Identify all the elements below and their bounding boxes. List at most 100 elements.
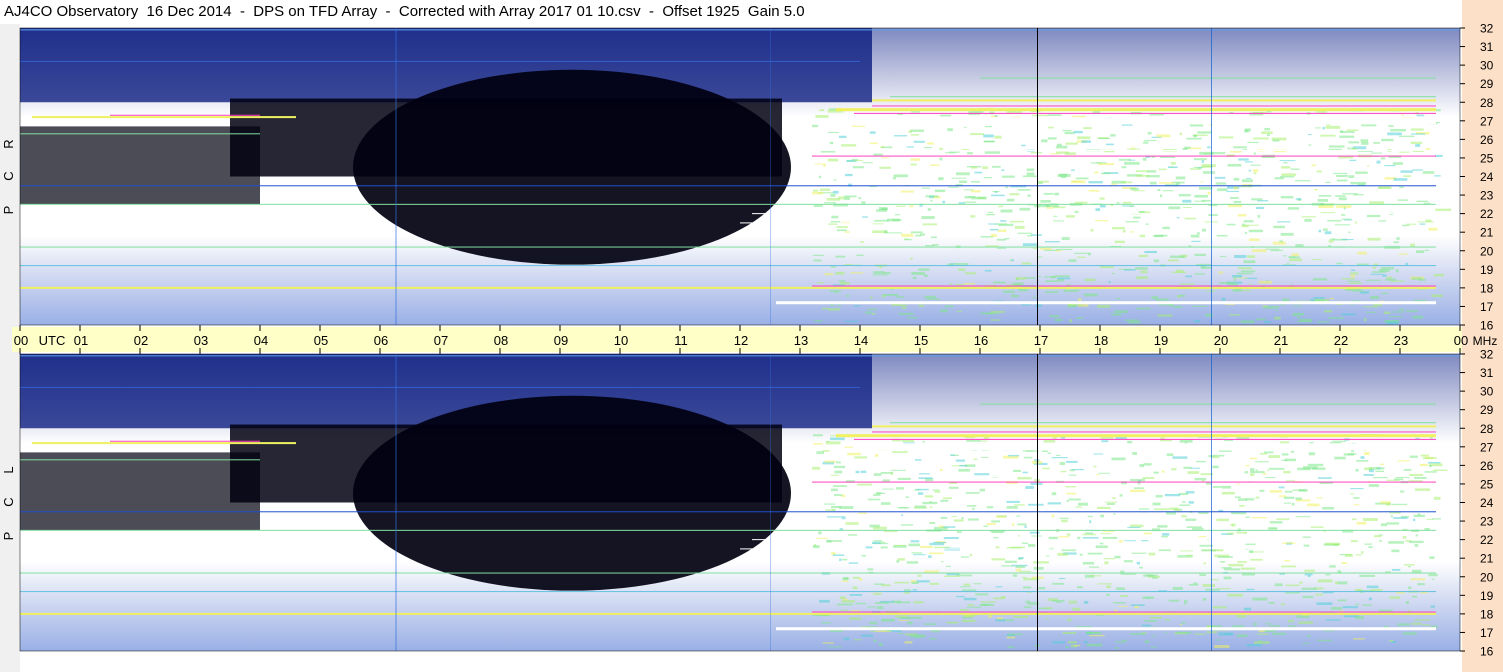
daylight-noise <box>1233 278 1237 281</box>
daylight-noise <box>1316 170 1322 173</box>
daylight-noise <box>1202 598 1207 601</box>
daylight-noise <box>924 295 936 299</box>
daylight-noise <box>940 114 952 117</box>
daylight-noise <box>1302 642 1310 644</box>
frequency-tick-label: 32 <box>1480 22 1494 36</box>
daylight-noise <box>1087 515 1093 518</box>
daylight-noise <box>1283 255 1287 257</box>
interference-line <box>20 29 1460 31</box>
daylight-noise <box>920 545 933 549</box>
daylight-noise <box>1118 158 1131 161</box>
daylight-noise <box>882 479 890 482</box>
daylight-noise <box>930 199 933 202</box>
daylight-noise <box>869 131 876 134</box>
daylight-noise <box>1114 555 1121 559</box>
daylight-noise <box>951 516 957 518</box>
interference-line <box>812 150 1436 152</box>
interference-line <box>20 459 260 461</box>
daylight-noise <box>1154 234 1168 237</box>
interference-line <box>20 386 860 388</box>
daylight-noise <box>865 311 872 314</box>
daylight-noise <box>1055 250 1062 252</box>
polarization-letter: P <box>1 206 16 215</box>
daylight-noise <box>926 298 940 300</box>
interference-line <box>854 112 1436 114</box>
daylight-noise <box>1241 179 1253 183</box>
daylight-noise <box>1424 471 1437 473</box>
daylight-noise <box>1054 275 1070 278</box>
daylight-noise <box>1250 164 1261 166</box>
daylight-noise <box>1130 524 1144 528</box>
daylight-noise <box>1245 516 1250 518</box>
daylight-noise <box>1435 154 1443 157</box>
frequency-tick-label: 27 <box>1480 114 1494 128</box>
daylight-noise <box>1428 227 1438 231</box>
daylight-noise <box>1262 473 1267 475</box>
daylight-noise <box>1082 537 1099 539</box>
daylight-noise <box>1357 263 1369 266</box>
daylight-noise <box>911 552 923 554</box>
daylight-noise <box>1368 469 1374 473</box>
daylight-noise <box>1247 255 1256 258</box>
daylight-noise <box>1138 210 1145 213</box>
daylight-noise <box>1090 228 1094 232</box>
daylight-noise <box>990 115 998 118</box>
daylight-noise <box>1422 457 1437 460</box>
daylight-noise <box>815 537 828 539</box>
daylight-noise <box>1214 645 1230 648</box>
daylight-noise <box>833 465 846 469</box>
daylight-noise <box>1170 255 1185 259</box>
interference-line <box>740 222 1436 224</box>
daylight-noise <box>1284 458 1296 462</box>
daylight-noise <box>910 129 924 132</box>
daylight-noise <box>1179 132 1183 136</box>
daylight-noise <box>839 282 850 285</box>
daylight-noise <box>835 292 839 294</box>
daylight-noise <box>873 593 882 595</box>
daylight-noise <box>1026 168 1035 172</box>
daylight-noise <box>1427 461 1441 464</box>
daylight-noise <box>831 215 839 219</box>
daylight-noise <box>1061 237 1070 240</box>
daylight-noise <box>989 228 999 231</box>
daylight-noise <box>845 522 859 525</box>
daylight-noise <box>1164 493 1181 497</box>
daylight-noise <box>1105 143 1114 146</box>
daylight-noise <box>1096 506 1111 509</box>
interference-line <box>20 203 1436 205</box>
daylight-noise <box>1418 278 1426 281</box>
daylight-noise <box>901 233 914 237</box>
daylight-noise <box>1005 560 1017 563</box>
daylight-noise <box>1110 134 1116 137</box>
daylight-noise <box>1217 588 1231 590</box>
daylight-noise <box>945 565 952 568</box>
daylight-noise <box>1393 178 1408 181</box>
daylight-noise <box>910 158 920 161</box>
daylight-noise <box>872 312 876 315</box>
daylight-noise <box>826 197 840 201</box>
daylight-noise <box>1215 182 1227 185</box>
daylight-noise <box>1335 581 1338 584</box>
daylight-noise <box>1373 535 1382 538</box>
daylight-noise <box>1192 305 1208 307</box>
daylight-noise <box>1169 166 1175 168</box>
daylight-noise <box>1049 315 1060 318</box>
daylight-noise <box>1316 321 1330 323</box>
daylight-noise <box>833 179 837 181</box>
daylight-noise <box>1405 262 1409 266</box>
daylight-noise <box>975 593 989 596</box>
daylight-noise <box>1253 172 1257 175</box>
daylight-noise <box>1182 207 1192 209</box>
frequency-axis: 16 17 18 19 20 21 22 23 24 25 26 27 28 29 30 31 32 <box>1460 22 1494 333</box>
daylight-noise <box>1134 605 1140 609</box>
daylight-noise <box>1018 557 1024 559</box>
daylight-noise <box>1240 289 1252 292</box>
daylight-noise <box>1098 163 1115 166</box>
daylight-noise <box>1015 565 1026 568</box>
daylight-noise <box>1176 216 1180 219</box>
frequency-tick-label: 28 <box>1480 96 1494 110</box>
daylight-noise <box>1412 595 1418 598</box>
daylight-noise <box>814 319 823 322</box>
daylight-noise <box>974 473 990 476</box>
daylight-noise <box>1023 606 1032 609</box>
